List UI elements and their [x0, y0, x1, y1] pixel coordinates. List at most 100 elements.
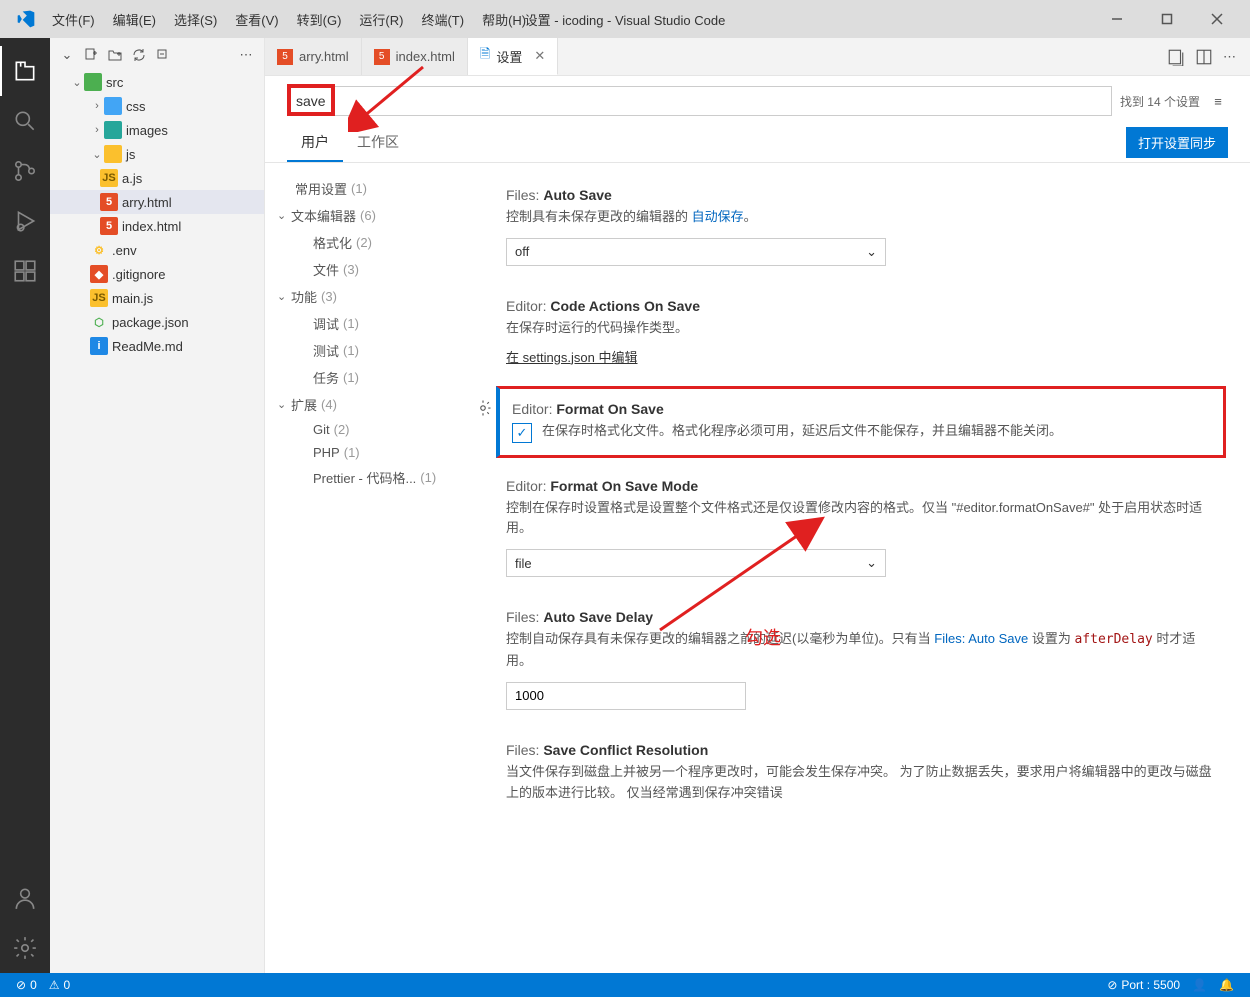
tree-folder-src[interactable]: ⌄src [50, 70, 264, 94]
tree-file-arry[interactable]: 5arry.html [50, 190, 264, 214]
tab-settings[interactable]: 🗎设置✕ [468, 38, 558, 75]
new-file-icon[interactable] [82, 46, 100, 64]
status-bell-icon[interactable]: 🔔 [1213, 978, 1240, 992]
toc-extensions[interactable]: ⌄扩展(4) [265, 391, 480, 418]
chevron-down-icon: ⌄ [866, 555, 877, 571]
toc-test[interactable]: 测试(1) [265, 337, 480, 364]
formatmode-dropdown[interactable]: file⌄ [506, 549, 886, 577]
settings-file-icon: 🗎 [480, 45, 490, 67]
maximize-icon[interactable] [1152, 4, 1182, 34]
toc-debug[interactable]: 调试(1) [265, 310, 480, 337]
new-folder-icon[interactable] [106, 46, 124, 64]
folder-icon [104, 121, 122, 139]
filter-icon[interactable]: ≡ [1208, 94, 1228, 109]
search-icon[interactable] [0, 96, 50, 146]
formatonsave-checkbox[interactable]: ✓ [512, 423, 532, 443]
menu-file[interactable]: 文件(F) [44, 6, 103, 33]
settings-search-input[interactable] [287, 86, 1112, 116]
info-file-icon: i [90, 337, 108, 355]
window-controls [1102, 4, 1242, 34]
tab-arry[interactable]: 5arry.html [265, 38, 362, 75]
setting-autosave: Files: Auto Save 控制具有未保存更改的编辑器的 自动保存。 of… [492, 175, 1230, 278]
settings-gear-icon[interactable] [0, 923, 50, 973]
tree-file-readme[interactable]: iReadMe.md [50, 334, 264, 358]
toc-git[interactable]: Git(2) [265, 418, 480, 441]
tree-file-env[interactable]: ⚙.env [50, 238, 264, 262]
tree-file-gitignore[interactable]: ◆.gitignore [50, 262, 264, 286]
account-icon[interactable] [0, 873, 50, 923]
minimize-icon[interactable] [1102, 4, 1132, 34]
source-control-icon[interactable] [0, 146, 50, 196]
error-icon: ⊘ [16, 978, 26, 992]
setting-formatmode: Editor: Format On Save Mode 控制在保存时设置格式是设… [492, 466, 1230, 590]
js-file-icon: JS [100, 169, 118, 187]
tree-file-package[interactable]: ⬡package.json [50, 310, 264, 334]
html-file-icon: 5 [277, 49, 293, 65]
autosave-dropdown[interactable]: off⌄ [506, 238, 886, 266]
editor-area: 5arry.html 5index.html 🗎设置✕ ⋯ 找到 14 个设置 … [265, 38, 1250, 973]
extensions-icon[interactable] [0, 246, 50, 296]
chevron-down-icon[interactable]: ⌄ [58, 46, 76, 64]
autosavedelay-input[interactable] [506, 682, 746, 710]
gear-icon[interactable] [480, 399, 492, 417]
scope-workspace-tab[interactable]: 工作区 [343, 124, 413, 162]
toc-php[interactable]: PHP(1) [265, 441, 480, 464]
json-file-icon: ⬡ [90, 313, 108, 331]
titlebar: 文件(F) 编辑(E) 选择(S) 查看(V) 转到(G) 运行(R) 终端(T… [0, 0, 1250, 38]
split-editor-icon[interactable] [1195, 48, 1213, 66]
warning-icon: ⚠ [49, 978, 60, 992]
toc-common[interactable]: 常用设置(1) [265, 175, 480, 202]
window-title: 设置 - icoding - Visual Studio Code [525, 10, 726, 29]
more-icon[interactable]: ⋯ [238, 46, 256, 64]
toc-files[interactable]: 文件(3) [265, 256, 480, 283]
file-tree: ⌄src ›css ›images ⌄js JSa.js 5arry.html … [50, 68, 264, 360]
git-file-icon: ◆ [90, 265, 108, 283]
tree-file-ajs[interactable]: JSa.js [50, 166, 264, 190]
menu-terminal[interactable]: 终端(T) [413, 6, 472, 33]
tab-bar: 5arry.html 5index.html 🗎设置✕ ⋯ [265, 38, 1250, 76]
tree-folder-images[interactable]: ›images [50, 118, 264, 142]
explorer-icon[interactable] [0, 46, 50, 96]
autosave-link[interactable]: Files: Auto Save [934, 631, 1028, 646]
toc-task[interactable]: 任务(1) [265, 364, 480, 391]
refresh-icon[interactable] [130, 46, 148, 64]
toc-format[interactable]: 格式化(2) [265, 229, 480, 256]
status-feedback-icon[interactable]: 👤 [1186, 978, 1213, 992]
html-file-icon: 5 [100, 193, 118, 211]
settings-toc: 常用设置(1) ⌄文本编辑器(6) 格式化(2) 文件(3) ⌄功能(3) 调试… [265, 163, 480, 973]
tree-file-index[interactable]: 5index.html [50, 214, 264, 238]
menu-goto[interactable]: 转到(G) [289, 6, 350, 33]
status-errors[interactable]: ⊘0 [10, 978, 43, 992]
menu-view[interactable]: 查看(V) [227, 6, 286, 33]
status-port[interactable]: ⊘Port : 5500 [1101, 978, 1186, 992]
scope-user-tab[interactable]: 用户 [287, 124, 343, 162]
broadcast-icon: ⊘ [1107, 978, 1117, 992]
open-settings-json-icon[interactable] [1167, 48, 1185, 66]
tree-folder-css[interactable]: ›css [50, 94, 264, 118]
toc-texteditor[interactable]: ⌄文本编辑器(6) [265, 202, 480, 229]
close-icon[interactable] [1202, 4, 1232, 34]
menu-run[interactable]: 运行(R) [351, 6, 411, 33]
close-tab-icon[interactable]: ✕ [534, 48, 545, 64]
setting-codeactions: Editor: Code Actions On Save 在保存时运行的代码操作… [492, 286, 1230, 378]
more-actions-icon[interactable]: ⋯ [1223, 49, 1238, 65]
settings-list[interactable]: Files: Auto Save 控制具有未保存更改的编辑器的 自动保存。 of… [480, 163, 1250, 973]
tab-index[interactable]: 5index.html [362, 38, 468, 75]
toc-prettier[interactable]: Prettier - 代码格...(1) [265, 464, 480, 491]
explorer-sidebar: ⌄ ⋯ ⌄src ›css ›images ⌄js JSa.js 5arry.h… [50, 38, 265, 973]
tree-file-mainjs[interactable]: JSmain.js [50, 286, 264, 310]
tree-folder-js[interactable]: ⌄js [50, 142, 264, 166]
run-debug-icon[interactable] [0, 196, 50, 246]
toc-features[interactable]: ⌄功能(3) [265, 283, 480, 310]
collapse-all-icon[interactable] [154, 46, 172, 64]
setting-formatonsave: Editor: Format On Save ✓ 在保存时格式化文件。格式化程序… [496, 386, 1226, 458]
menu-select[interactable]: 选择(S) [166, 6, 225, 33]
sync-settings-button[interactable]: 打开设置同步 [1126, 127, 1228, 158]
folder-icon [84, 73, 102, 91]
autosave-link[interactable]: 自动保存 [692, 209, 744, 224]
menu-edit[interactable]: 编辑(E) [105, 6, 164, 33]
edit-in-json-link[interactable]: 在 settings.json 中编辑 [506, 347, 638, 366]
folder-icon [104, 145, 122, 163]
folder-icon [104, 97, 122, 115]
status-warnings[interactable]: ⚠0 [43, 978, 76, 992]
